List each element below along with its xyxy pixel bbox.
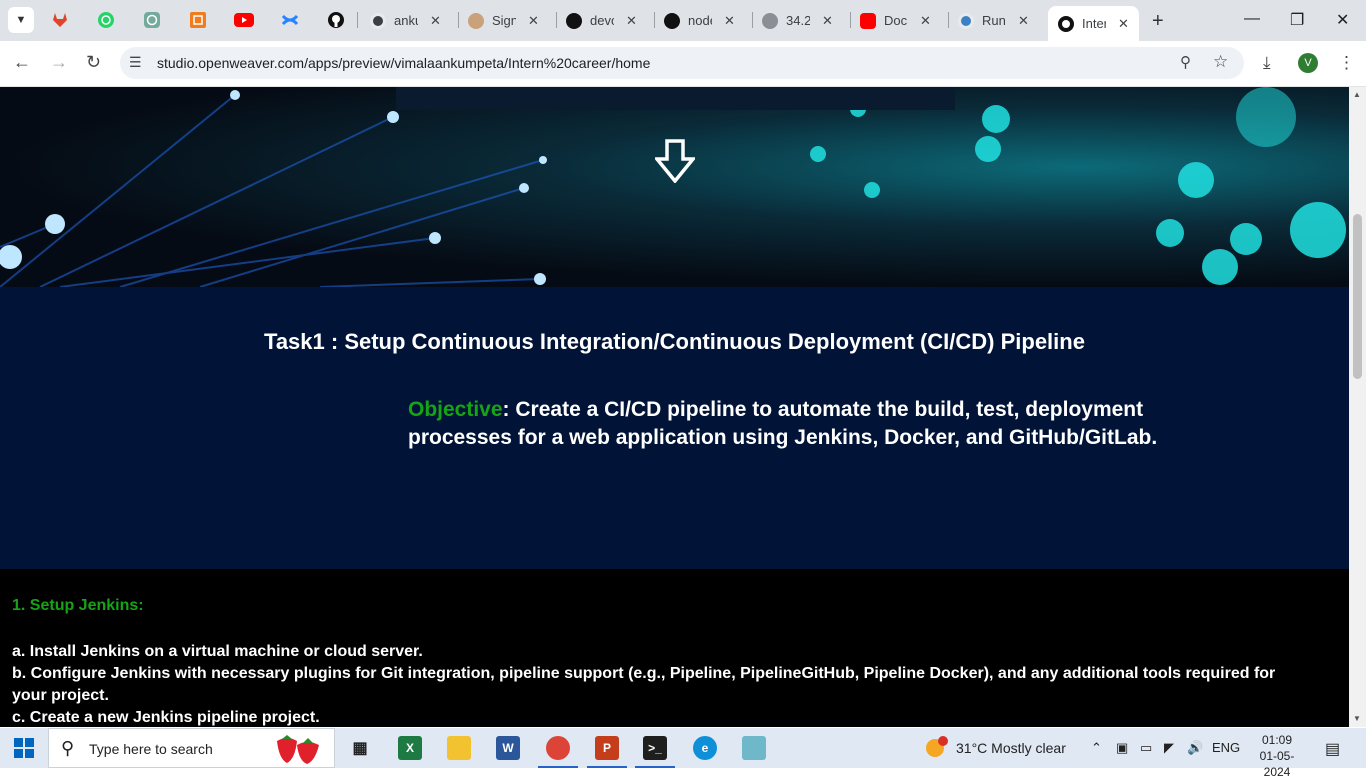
forward-button[interactable]: → <box>50 52 68 73</box>
page-viewport: Task1 : Setup Continuous Integration/Con… <box>0 87 1349 727</box>
scrollbar-thumb[interactable] <box>1353 214 1362 379</box>
step-item: b. Configure Jenkins with necessary plug… <box>12 665 1276 704</box>
step-heading: 1. Setup Jenkins: <box>12 597 144 614</box>
tab-dock[interactable]: Dock ✕ <box>860 8 931 33</box>
address-bar[interactable]: ☰ studio.openweaver.com/apps/preview/vim… <box>120 47 1244 79</box>
scroll-down-icon[interactable]: ▼ <box>1353 714 1361 723</box>
close-icon[interactable]: ✕ <box>528 13 539 29</box>
weather-text: 31°C Mostly clear <box>956 740 1066 756</box>
powerpoint-icon[interactable]: P <box>587 736 627 768</box>
chrome-circle-icon <box>958 12 974 29</box>
tab-devo[interactable]: devo ✕ <box>566 8 637 33</box>
terminal-icon[interactable]: >_ <box>635 736 675 768</box>
hero-overlay-panel <box>396 87 955 110</box>
search-placeholder: Type here to search <box>89 741 213 757</box>
zoom-icon[interactable]: ⚲ <box>1180 53 1191 71</box>
site-settings-icon[interactable]: ☰ <box>129 54 142 71</box>
tab-run[interactable]: Run l ✕ <box>958 8 1029 33</box>
browser-toolbar: ← → ↻ ☰ studio.openweaver.com/apps/previ… <box>0 41 1366 87</box>
bookmark-star-icon[interactable]: ☆ <box>1213 52 1228 72</box>
notification-icon[interactable]: ▤ <box>1325 739 1340 759</box>
strawberry-icon <box>273 733 323 770</box>
new-tab-button[interactable]: + <box>1152 10 1164 33</box>
clock[interactable]: 01:09 01-05-2024 <box>1248 732 1306 780</box>
edge-icon[interactable]: e <box>693 736 717 760</box>
volume-icon[interactable]: 🔊 <box>1187 740 1203 756</box>
meet-icon[interactable]: ▣ <box>1116 740 1128 756</box>
tab-intern[interactable]: Intern ✕ <box>1048 6 1139 41</box>
windows-taskbar: ⚲ Type here to search ▦ X W P >_ e 31°C … <box>0 728 1366 779</box>
close-icon[interactable]: ✕ <box>822 13 833 29</box>
youtube-icon[interactable] <box>234 10 254 30</box>
chrome-taskbar-icon[interactable] <box>538 736 578 768</box>
close-icon[interactable]: ✕ <box>1018 13 1029 29</box>
step-item: a. Install Jenkins on a virtual machine … <box>12 643 423 660</box>
wifi-icon[interactable]: ◤ <box>1164 740 1174 756</box>
excel-icon[interactable]: X <box>398 736 422 760</box>
step-list: a. Install Jenkins on a virtual machine … <box>12 641 1312 727</box>
globe-icon <box>762 12 778 29</box>
taskbar-search[interactable]: ⚲ Type here to search <box>48 728 335 768</box>
scroll-down-arrow-icon[interactable] <box>653 139 697 188</box>
restore-button[interactable]: ❐ <box>1290 10 1304 30</box>
app-icon[interactable] <box>742 736 766 760</box>
youtube-icon <box>860 12 876 29</box>
close-icon[interactable]: ✕ <box>1118 16 1129 32</box>
objective-text: : Create a CI/CD pipeline to automate th… <box>408 398 1158 449</box>
task-view-icon[interactable]: ▦ <box>348 736 372 760</box>
scroll-up-icon[interactable]: ▲ <box>1353 90 1361 99</box>
github-icon <box>566 12 582 29</box>
step-item: c. Create a new Jenkins pipeline project… <box>12 709 320 726</box>
github-icon <box>664 12 680 29</box>
page-scrollbar[interactable]: ▲ ▼ <box>1349 87 1366 727</box>
tab-34-20[interactable]: 34.20 ✕ <box>762 8 833 33</box>
windows-start-icon[interactable] <box>14 738 34 763</box>
chatgpt-icon[interactable] <box>142 10 162 30</box>
tab-strip: ▼ anku ✕ Sign ✕ devo ✕ node ✕ <box>0 0 1366 41</box>
openweaver-icon <box>1058 15 1074 32</box>
gitlab-icon[interactable] <box>50 10 70 30</box>
close-icon[interactable]: ✕ <box>430 13 441 29</box>
close-icon[interactable]: ✕ <box>626 13 637 29</box>
profile-avatar[interactable]: V <box>1298 53 1318 73</box>
weather-widget[interactable]: 31°C Mostly clear <box>924 736 1066 763</box>
close-window-button[interactable]: ✕ <box>1336 10 1349 30</box>
steps-section: 1. Setup Jenkins: a. Install Jenkins on … <box>0 569 1349 727</box>
github-icon[interactable] <box>326 10 346 30</box>
downloads-icon[interactable]: ⤓ <box>1263 53 1271 73</box>
language-indicator[interactable]: ENG <box>1212 740 1240 755</box>
minimize-button[interactable]: — <box>1244 10 1260 28</box>
task-section: Task1 : Setup Continuous Integration/Con… <box>0 287 1349 569</box>
clock-time: 01:09 <box>1261 733 1293 747</box>
url-text[interactable]: studio.openweaver.com/apps/preview/vimal… <box>157 55 650 71</box>
tab-search-dropdown[interactable]: ▼ <box>8 7 34 33</box>
portfolio-icon[interactable] <box>188 10 208 30</box>
tab-anku[interactable]: anku ✕ <box>370 8 441 33</box>
battery-icon[interactable]: ▭ <box>1140 740 1152 756</box>
reload-button[interactable]: ↻ <box>86 52 101 73</box>
tab-node[interactable]: node ✕ <box>664 8 735 33</box>
objective-block: Objective: Create a CI/CD pipeline to au… <box>408 396 1178 452</box>
back-button[interactable]: ← <box>13 52 31 73</box>
word-icon[interactable]: W <box>496 736 520 760</box>
close-icon[interactable]: ✕ <box>724 13 735 29</box>
chevron-up-icon[interactable]: ⌃ <box>1091 740 1102 756</box>
confluence-icon[interactable] <box>280 10 300 30</box>
objective-label: Objective <box>408 398 503 421</box>
task-title: Task1 : Setup Continuous Integration/Con… <box>264 329 1085 354</box>
user-photo-icon <box>468 12 484 29</box>
close-icon[interactable]: ✕ <box>920 13 931 29</box>
hero-banner <box>0 87 1349 287</box>
menu-kebab-icon[interactable]: ⋮ <box>1338 53 1355 73</box>
search-icon: ⚲ <box>61 738 75 758</box>
whatsapp-icon[interactable] <box>96 10 116 30</box>
chrome-circle-icon <box>370 12 386 29</box>
tab-sign[interactable]: Sign ✕ <box>468 8 539 33</box>
file-explorer-icon[interactable] <box>447 736 471 760</box>
weather-moon-icon <box>926 736 948 757</box>
clock-date: 01-05-2024 <box>1259 749 1295 779</box>
